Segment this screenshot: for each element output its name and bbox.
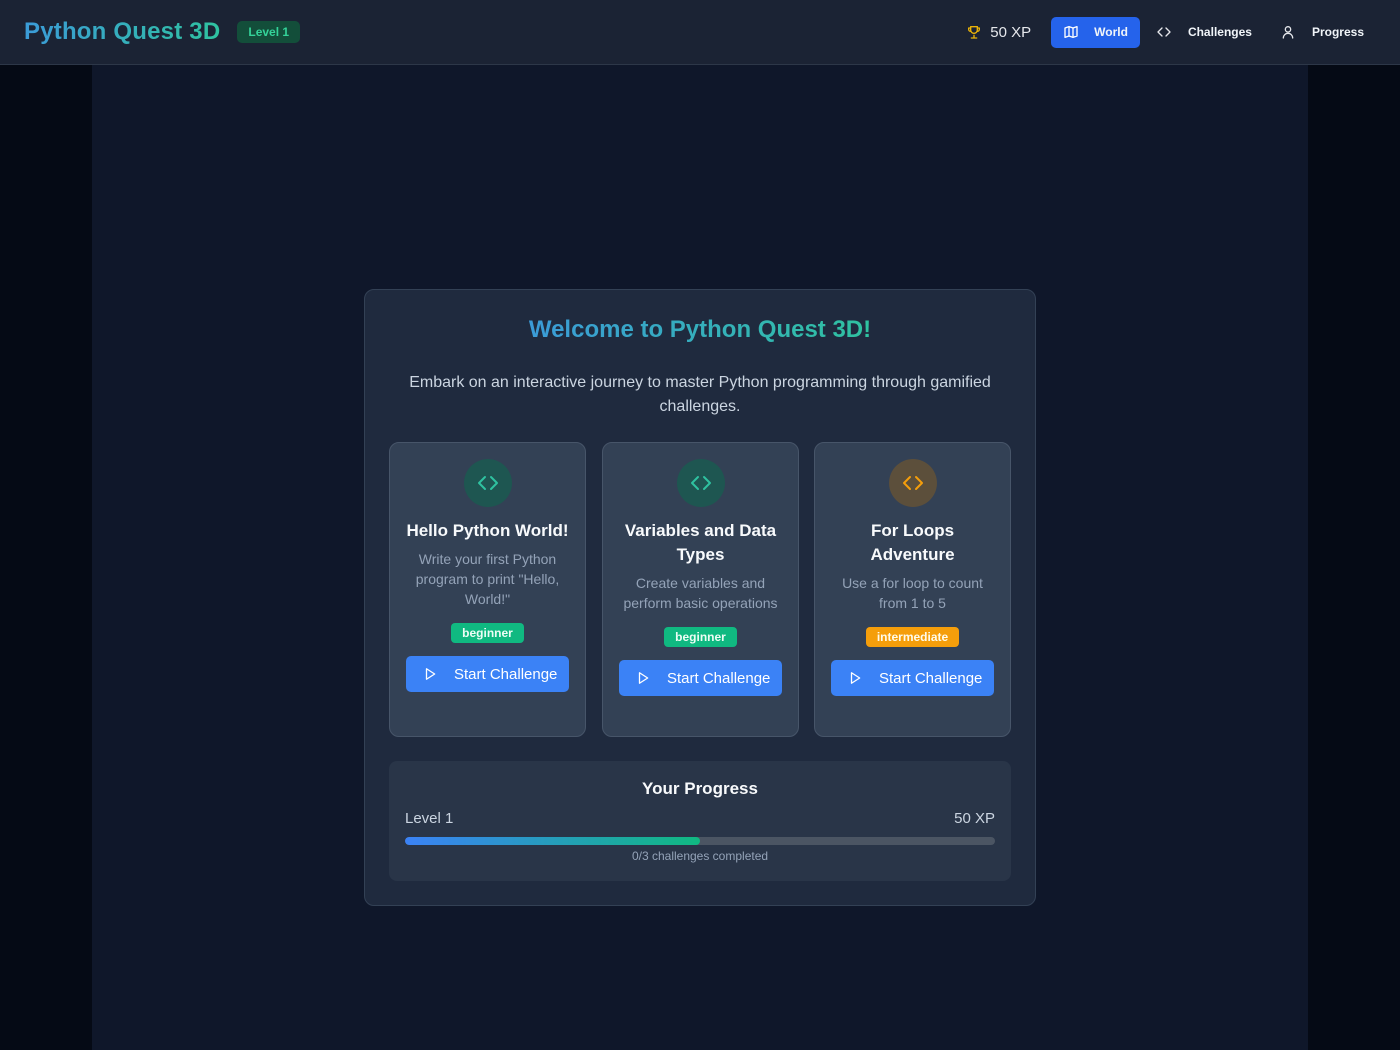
user-icon xyxy=(1280,24,1296,40)
code-icon xyxy=(1156,24,1172,40)
progress-xp: 50 XP xyxy=(954,810,995,827)
challenge-title: For Loops Adventure xyxy=(870,521,955,564)
progress-level: Level 1 xyxy=(405,810,454,827)
difficulty-badge: beginner xyxy=(664,627,737,647)
play-icon xyxy=(423,667,437,681)
challenge-card: For Loops Adventure Use a for loop to co… xyxy=(814,442,1011,737)
nav-world-button[interactable]: World xyxy=(1051,16,1140,48)
progress-summary: Your Progress Level 1 50 XP 0/3 challeng… xyxy=(389,761,1011,881)
challenge-description: Use a for loop to count from 1 to 5 xyxy=(842,575,983,611)
challenge-card: Hello Python World! Write your first Pyt… xyxy=(389,442,586,737)
xp-counter: 50 XP xyxy=(966,24,1031,41)
trophy-icon xyxy=(966,24,982,40)
top-bar: Python Quest 3D Level 1 50 XP World Chal… xyxy=(0,0,1400,65)
challenge-card: Variables and Data Types Create variable… xyxy=(602,442,799,737)
start-challenge-button[interactable]: Start Challenge xyxy=(831,660,994,696)
nav-progress-label: Progress xyxy=(1311,25,1364,39)
main-nav: 50 XP World Challenges Progress xyxy=(966,16,1376,48)
challenge-title: Hello Python World! xyxy=(406,521,569,540)
challenge-description: Write your first Python program to print… xyxy=(415,551,560,607)
nav-challenges-label: Challenges xyxy=(1187,25,1252,39)
progress-title: Your Progress xyxy=(642,779,758,798)
difficulty-badge: beginner xyxy=(451,623,524,643)
play-icon xyxy=(636,671,650,685)
welcome-panel: Welcome to Python Quest 3D! Embark on an… xyxy=(364,289,1036,906)
nav-world-label: World xyxy=(1094,25,1128,39)
play-icon xyxy=(848,671,862,685)
start-challenge-label: Start Challenge xyxy=(879,669,983,687)
start-challenge-button[interactable]: Start Challenge xyxy=(619,660,782,696)
code-icon xyxy=(888,459,937,507)
welcome-title: Welcome to Python Quest 3D! xyxy=(528,316,872,343)
level-badge: Level 1 xyxy=(237,21,301,43)
welcome-intro: Embark on an interactive journey to mast… xyxy=(409,374,991,415)
challenge-description: Create variables and perform basic opera… xyxy=(623,575,778,611)
start-challenge-label: Start Challenge xyxy=(454,665,558,683)
nav-progress-button[interactable]: Progress xyxy=(1268,17,1376,48)
difficulty-badge: intermediate xyxy=(865,627,960,647)
nav-challenges-button[interactable]: Challenges xyxy=(1144,17,1264,48)
app-title: Python Quest 3D xyxy=(24,18,221,45)
start-challenge-button[interactable]: Start Challenge xyxy=(406,656,569,692)
progress-bar-fill xyxy=(405,837,700,845)
code-icon xyxy=(676,459,725,507)
challenge-title: Variables and Data Types xyxy=(624,521,777,564)
progress-caption: 0/3 challenges completed xyxy=(631,849,769,863)
code-icon xyxy=(463,459,512,507)
map-icon xyxy=(1063,24,1079,40)
start-challenge-label: Start Challenge xyxy=(667,669,771,687)
xp-value: 50 XP xyxy=(990,23,1032,41)
progress-bar xyxy=(405,837,995,845)
